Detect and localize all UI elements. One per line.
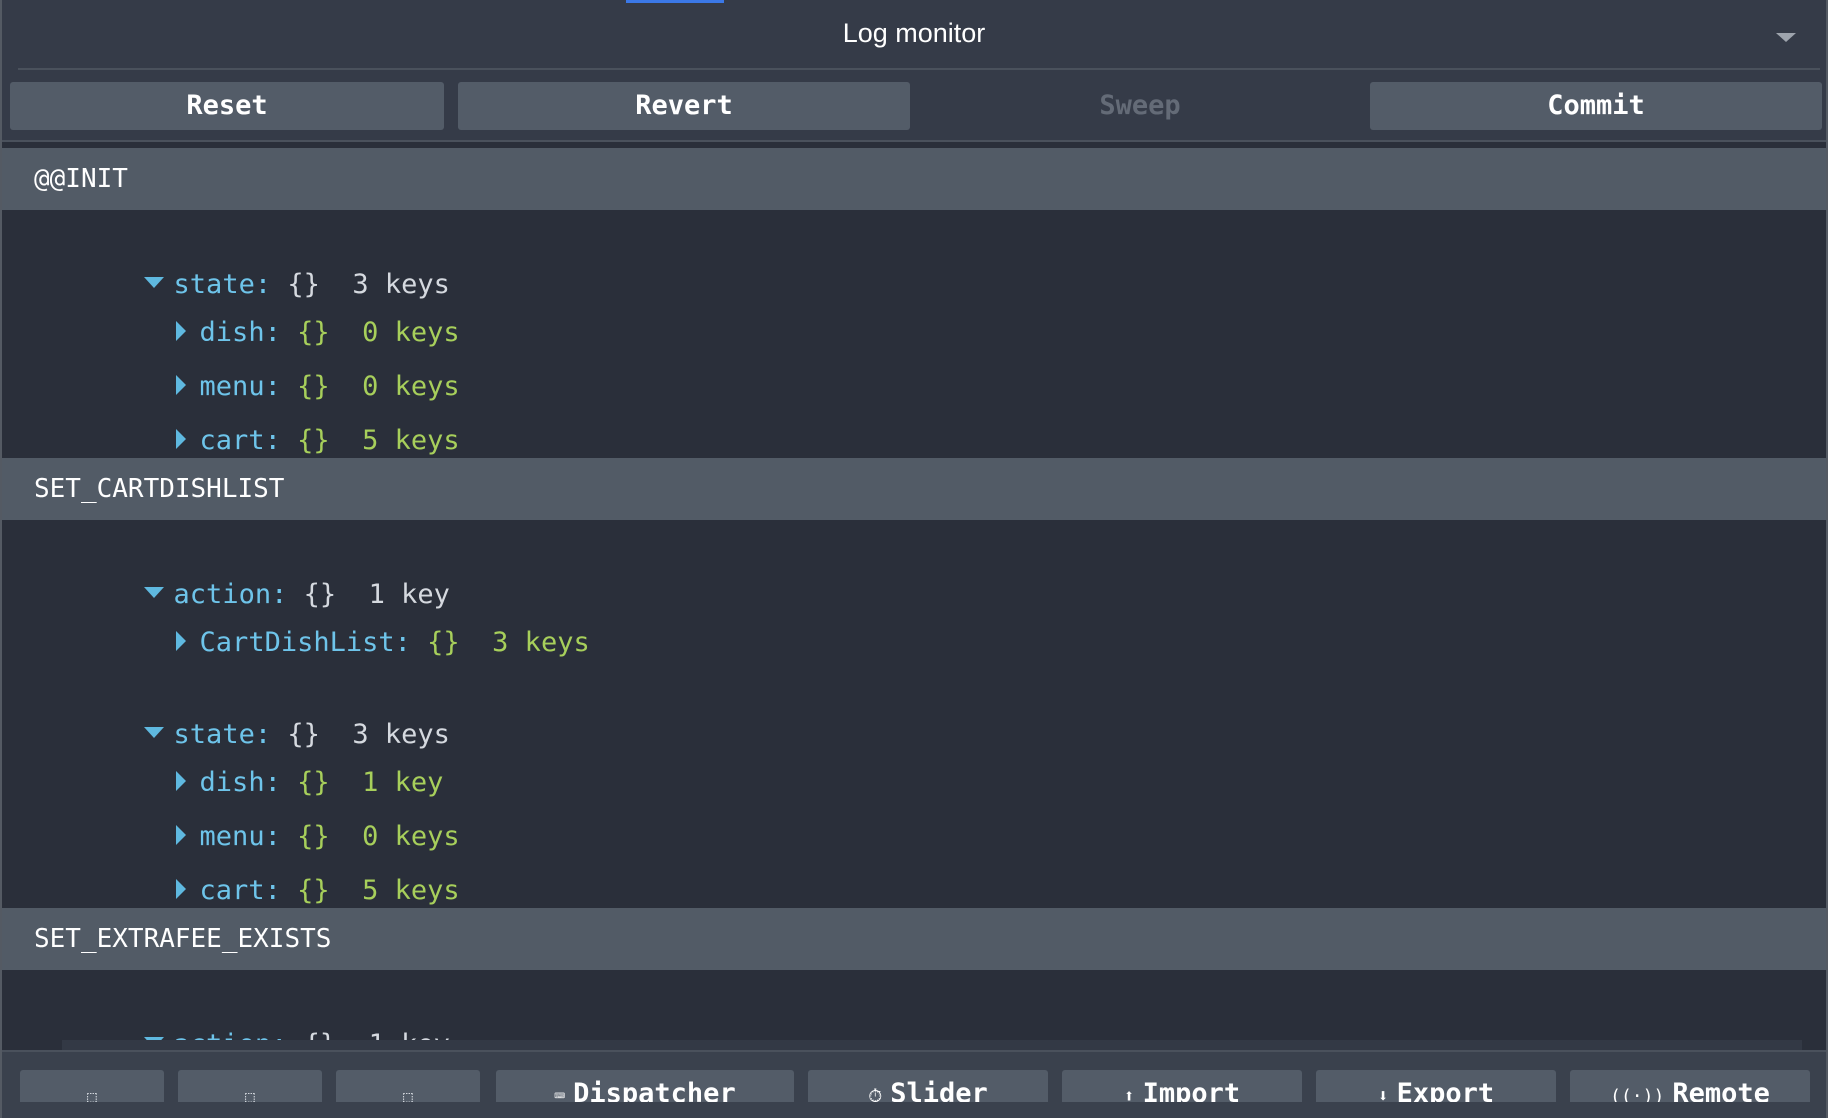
keyboard-icon: ⌨ — [554, 1086, 566, 1102]
dispatcher-button[interactable]: ⌨ Dispatcher — [496, 1070, 794, 1102]
collapsed-arrow-icon[interactable] — [175, 630, 186, 651]
tree-node-dish[interactable]: dish: {} 1 key — [78, 732, 443, 798]
collapsed-arrow-icon[interactable] — [175, 878, 186, 899]
tree-node-state[interactable]: state: {} 3 keys — [46, 234, 450, 300]
export-button[interactable]: ⬇ Export — [1316, 1070, 1556, 1102]
action-log[interactable]: @@INIT state: {} 3 keys dish: {} 0 keys … — [2, 148, 1826, 1050]
tree-node-dish[interactable]: dish: {} 0 keys — [78, 282, 460, 348]
stopwatch-icon: ⏱ — [868, 1086, 883, 1102]
active-tab-indicator — [626, 0, 724, 3]
tree-node-menu[interactable]: menu: {} 0 keys — [78, 336, 460, 402]
layout-bottom-button[interactable]: ⬚ — [178, 1070, 322, 1102]
chevron-down-icon[interactable] — [1776, 33, 1796, 42]
slider-button[interactable]: ⏱ Slider — [808, 1070, 1048, 1102]
remote-button[interactable]: ((·)) Remote — [1570, 1070, 1810, 1102]
layout-right-button[interactable]: ⬚ — [336, 1070, 480, 1102]
layout-right-icon: ⬚ — [403, 1087, 413, 1102]
monitor-selector[interactable]: Log monitor — [2, 18, 1826, 49]
log-toolbar: Reset Revert Sweep Commit — [2, 72, 1826, 142]
action-header-init[interactable]: @@INIT — [2, 148, 1826, 210]
log-monitor-window: Log monitor Reset Revert Sweep Commit @@… — [0, 0, 1828, 1118]
sweep-button[interactable]: Sweep — [914, 82, 1366, 130]
layout-left-icon: ⬚ — [87, 1087, 97, 1102]
tree-node-menu[interactable]: menu: {} 0 keys — [78, 786, 460, 852]
reset-button[interactable]: Reset — [10, 82, 444, 130]
broadcast-icon: ((·)) — [1610, 1086, 1665, 1102]
action-header-set-extrafee-exists[interactable]: SET_EXTRAFEE_EXISTS — [2, 908, 1826, 970]
upload-arrow-icon: ⬆ — [1123, 1086, 1135, 1102]
tree-node-state[interactable]: state: {} 3 keys — [46, 684, 450, 750]
tree-node-cartdishlist[interactable]: CartDishList: {} 3 keys — [78, 592, 590, 658]
collapsed-arrow-icon[interactable] — [175, 428, 186, 449]
monitor-header: Log monitor — [2, 0, 1826, 72]
layout-left-button[interactable]: ⬚ — [20, 1070, 164, 1102]
download-arrow-icon: ⬇ — [1377, 1086, 1389, 1102]
revert-button[interactable]: Revert — [458, 82, 910, 130]
divider — [18, 68, 1820, 70]
monitor-footer: ⬚ ⬚ ⬚ ⌨ Dispatcher ⏱ Slider ⬆ Import ⬇ Expor… — [2, 1050, 1826, 1118]
layout-bottom-icon: ⬚ — [245, 1087, 255, 1102]
tree-node-cart[interactable]: cart: {} 5 keys — [78, 390, 460, 456]
import-button[interactable]: ⬆ Import — [1062, 1070, 1302, 1102]
tree-node-action[interactable]: action: {} 1 key — [46, 994, 450, 1050]
tree-node-cart[interactable]: cart: {} 5 keys — [78, 840, 460, 906]
action-header-set-cartdishlist[interactable]: SET_CARTDISHLIST — [2, 458, 1826, 520]
commit-button[interactable]: Commit — [1370, 82, 1822, 130]
tree-node-action[interactable]: action: {} 1 key — [46, 544, 450, 610]
